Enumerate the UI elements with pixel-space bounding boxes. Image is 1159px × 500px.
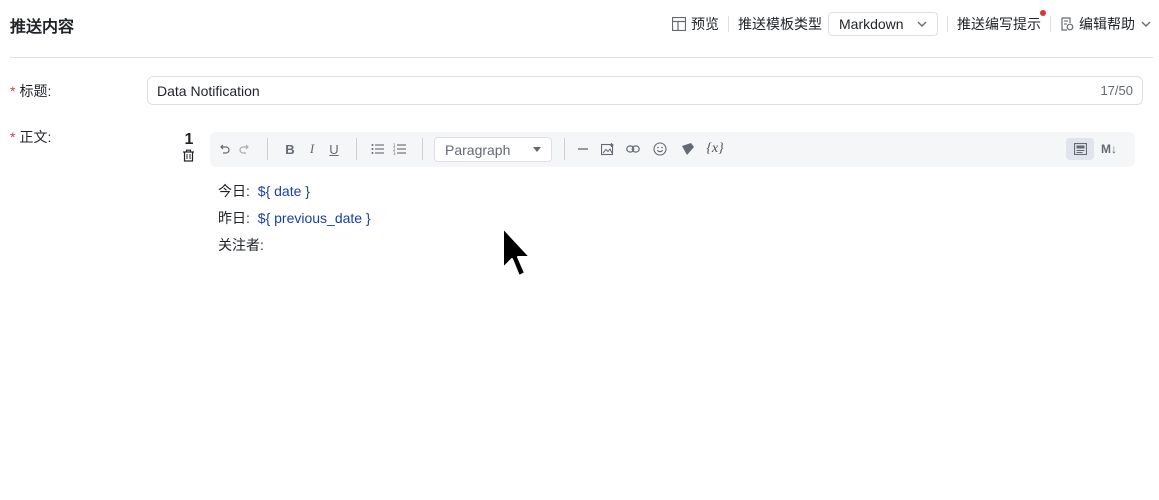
underline-icon: U (329, 142, 338, 157)
paragraph-select[interactable]: Paragraph (434, 137, 552, 162)
line-label: 今日 (218, 183, 246, 199)
required-star: * (10, 129, 15, 145)
template-type-label: 推送模板类型 (738, 14, 822, 34)
line-label: 昨日 (218, 210, 246, 226)
required-star: * (10, 83, 15, 99)
toolbar-divider (267, 138, 268, 160)
notification-dot (1040, 10, 1046, 16)
insert-link-button[interactable] (625, 140, 641, 158)
clear-format-button[interactable] (680, 140, 696, 158)
template-type-value: Markdown (839, 16, 904, 32)
edit-help-label: 编辑帮助 (1079, 14, 1135, 34)
toolbar-divider (564, 138, 565, 160)
title-char-counter: 17/50 (1100, 83, 1133, 98)
emoji-button[interactable] (652, 140, 668, 158)
toolbar-divider (422, 138, 423, 160)
header-divider (947, 16, 948, 32)
chevron-down-icon (1141, 21, 1151, 27)
page-title: 推送内容 (10, 13, 74, 37)
markdown-icon: M↓ (1101, 142, 1117, 156)
preview-button[interactable]: 预览 (672, 14, 719, 34)
underline-button[interactable]: U (327, 140, 341, 158)
title-input-value: Data Notification (157, 83, 260, 99)
body-field-label: *正文: (10, 127, 51, 147)
bullet-list-button[interactable] (370, 140, 386, 158)
italic-button[interactable]: I (305, 140, 319, 158)
undo-icon (218, 143, 230, 155)
bullet-list-icon (371, 143, 385, 155)
editor-toolbar: B I U 1 2 3 Paragraph (210, 132, 1135, 167)
redo-icon (239, 143, 251, 155)
template-type-select[interactable]: Markdown (828, 12, 938, 36)
mouse-pointer-icon (500, 226, 534, 280)
insert-variable-button[interactable]: {x} (704, 140, 726, 158)
chevron-down-icon (917, 21, 927, 27)
redo-button[interactable] (238, 140, 252, 158)
line-separator: : (260, 237, 264, 253)
bold-icon: B (285, 142, 294, 157)
bold-button[interactable]: B (283, 140, 297, 158)
body-label-text: 正文 (19, 129, 47, 145)
header-divider (1050, 16, 1051, 32)
help-doc-icon (1060, 17, 1074, 31)
eraser-icon (681, 142, 695, 156)
toolbar-divider (356, 138, 357, 160)
link-icon (626, 144, 640, 154)
label-colon: : (47, 83, 51, 99)
italic-icon: I (310, 141, 314, 157)
caret-down-icon (533, 147, 541, 152)
preview-icon (672, 17, 686, 31)
header-divider-line (10, 57, 1153, 58)
title-input[interactable]: Data Notification 17/50 (147, 76, 1143, 105)
editor-line-followers[interactable]: 关注者: (218, 235, 264, 255)
line-number: 1 (182, 131, 196, 149)
svg-text:3: 3 (393, 151, 396, 155)
emoji-icon (653, 142, 667, 156)
label-colon: : (47, 129, 51, 145)
title-field-label: *标题: (10, 81, 51, 101)
content-header: 推送内容 预览 推送模板类型 Markdown 推送编写提示 (0, 0, 1159, 48)
line-label: 关注者 (218, 237, 260, 253)
editor-line-yesterday[interactable]: 昨日: ${ previous_date } (218, 208, 371, 228)
rich-text-mode-button[interactable] (1066, 138, 1094, 160)
writing-hint-button[interactable]: 推送编写提示 (957, 14, 1041, 34)
line-separator: : (246, 210, 250, 226)
title-label-text: 标题 (19, 83, 47, 99)
header-actions: 预览 推送模板类型 Markdown 推送编写提示 编辑帮助 (672, 11, 1151, 37)
writing-hint-label: 推送编写提示 (957, 14, 1041, 34)
preview-label: 预览 (691, 14, 719, 34)
variable-token-previous-date[interactable]: ${ previous_date } (258, 210, 371, 226)
markdown-mode-button[interactable]: M↓ (1099, 140, 1119, 158)
ordered-list-icon: 1 2 3 (393, 143, 407, 155)
ordered-list-button[interactable]: 1 2 3 (392, 140, 408, 158)
horizontal-rule-icon (577, 143, 589, 155)
editor-line-today[interactable]: 今日: ${ date } (218, 181, 310, 201)
rich-text-mode-icon (1074, 143, 1087, 155)
trash-icon[interactable] (182, 149, 195, 162)
variable-token-date[interactable]: ${ date } (258, 183, 310, 199)
undo-button[interactable] (217, 140, 231, 158)
horizontal-rule-button[interactable] (576, 140, 590, 158)
variable-icon: {x} (706, 141, 723, 157)
line-separator: : (246, 183, 250, 199)
edit-help-button[interactable]: 编辑帮助 (1060, 14, 1151, 34)
image-icon (601, 143, 614, 156)
header-divider (728, 16, 729, 32)
insert-image-button[interactable] (600, 140, 614, 158)
paragraph-select-value: Paragraph (445, 142, 510, 158)
